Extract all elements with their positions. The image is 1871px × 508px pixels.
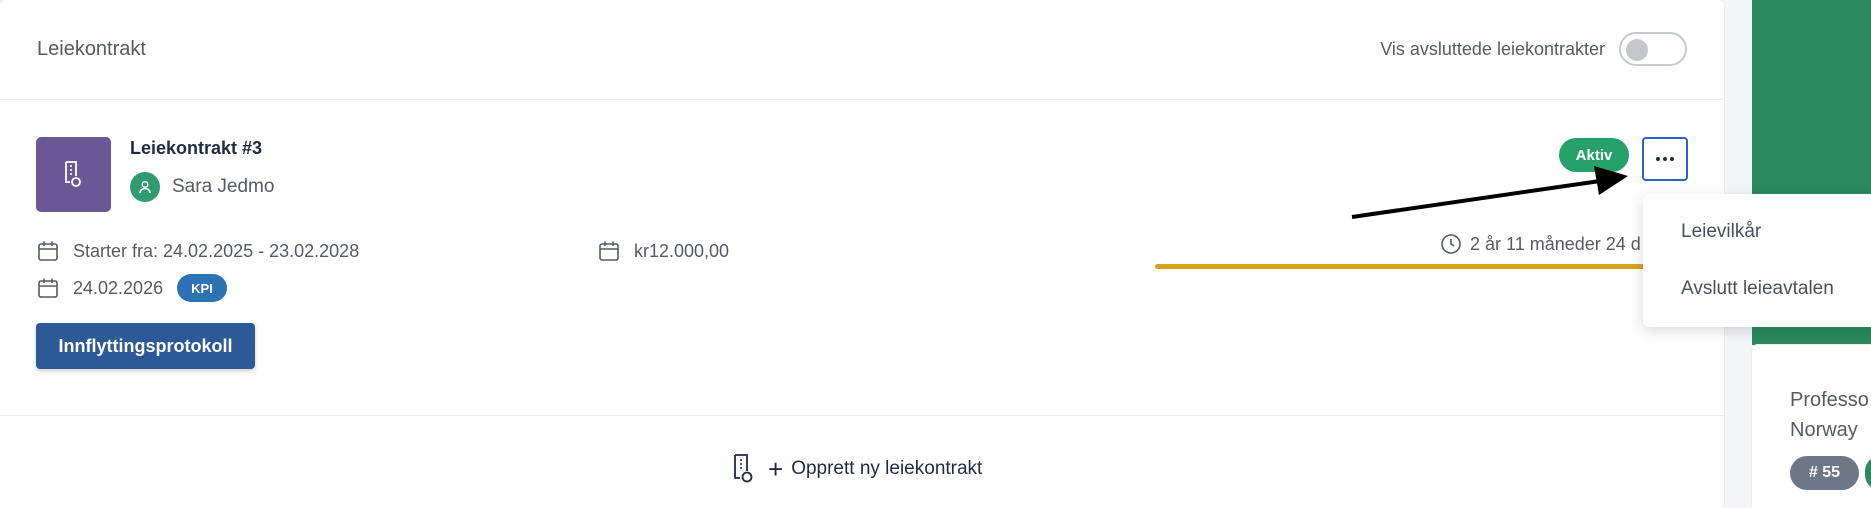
adjust-date: 24.02.2026: [73, 277, 164, 298]
create-lease-label: Opprett ny leiekontrakt: [791, 458, 983, 479]
kpi-badge: KPI: [177, 274, 227, 302]
contract-name[interactable]: Leiekontrakt #3: [130, 138, 262, 159]
calendar-icon: [598, 240, 620, 262]
side-number-badge: # 55: [1790, 456, 1859, 490]
divider: [0, 415, 1724, 416]
show-ended-toggle-wrap: Vis avsluttede leiekontrakter: [1380, 32, 1687, 66]
dot: [1656, 157, 1660, 161]
side-line-1: Professo: [1790, 389, 1869, 411]
contract-icon: [36, 137, 111, 212]
rent-row: kr12.000,00: [598, 240, 729, 262]
toggle-label: Vis avsluttede leiekontrakter: [1380, 38, 1605, 59]
card-header: Leiekontrakt Vis avsluttede leiekontrakt…: [0, 0, 1724, 100]
side-card-title: Professo Norway: [1790, 385, 1869, 445]
side-line-2: Norway: [1790, 419, 1858, 441]
adjust-row: 24.02.2026 KPI: [37, 274, 227, 302]
more-options-button[interactable]: [1642, 137, 1688, 181]
toggle-knob: [1626, 39, 1648, 61]
move-in-protocol-button[interactable]: Innflyttingsprotokoll: [36, 323, 255, 369]
status-badge: Aktiv: [1559, 138, 1629, 172]
thermometer-doc-icon: [64, 160, 81, 187]
thermometer-doc-icon: [732, 453, 756, 485]
period-text: Starter fra: 24.02.2025 - 23.02.2028: [73, 240, 360, 261]
lease-progress-bar: [1155, 264, 1645, 269]
dot: [1663, 157, 1667, 161]
lease-card: Leiekontrakt Vis avsluttede leiekontrakt…: [0, 0, 1724, 508]
plus-icon: +: [768, 454, 784, 484]
calendar-icon: [37, 277, 59, 299]
remaining-time: 2 år 11 måneder 24 d: [1440, 233, 1641, 255]
page-title: Leiekontrakt: [37, 38, 146, 60]
more-options-menu: Leievilkår Avslutt leieavtalen: [1643, 194, 1871, 327]
tenant-name: Sara Jedmo: [172, 176, 275, 197]
create-lease-link[interactable]: + Opprett ny leiekontrakt: [732, 453, 982, 485]
calendar-icon: [37, 240, 59, 262]
remaining-text: 2 år 11 måneder 24 d: [1470, 233, 1641, 254]
menu-item-end-lease[interactable]: Avslutt leieavtalen: [1681, 278, 1834, 300]
dot: [1670, 157, 1674, 161]
show-ended-toggle[interactable]: [1619, 32, 1687, 66]
clock-icon: [1440, 233, 1462, 255]
user-icon: [130, 172, 160, 202]
period-row: Starter fra: 24.02.2025 - 23.02.2028: [37, 240, 359, 262]
tenant: Sara Jedmo: [130, 172, 274, 202]
rent-amount: kr12.000,00: [634, 240, 730, 261]
menu-item-lease-terms[interactable]: Leievilkår: [1681, 221, 1761, 243]
